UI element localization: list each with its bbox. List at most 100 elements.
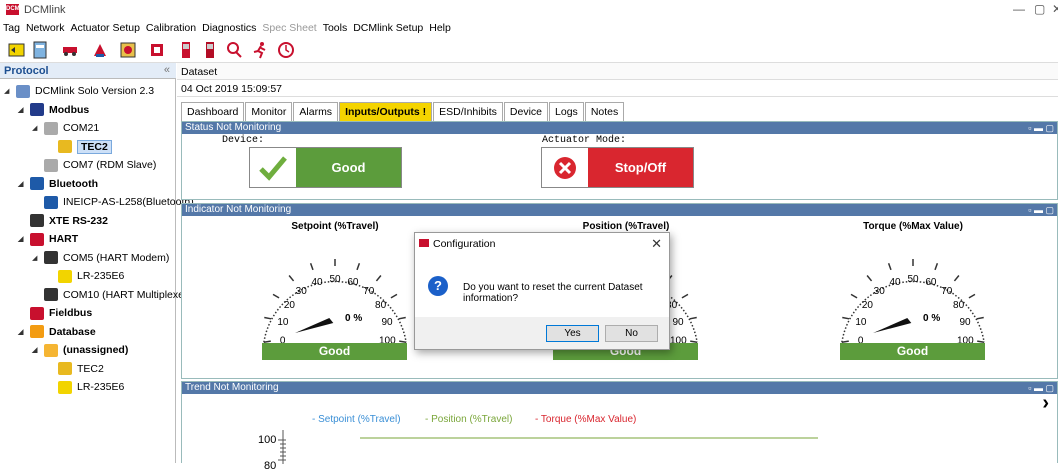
tree-node[interactable]: LR-235E6 bbox=[46, 267, 124, 285]
device-icon[interactable] bbox=[147, 40, 167, 60]
tree-node[interactable]: Fieldbus bbox=[18, 304, 92, 322]
tree-node-label: COM7 (RDM Slave) bbox=[63, 159, 157, 171]
expand-icon[interactable]: ◢ bbox=[4, 87, 13, 95]
tree-node[interactable]: ◢ HART bbox=[18, 230, 78, 248]
car-icon[interactable] bbox=[60, 40, 80, 60]
menu-calibration[interactable]: Calibration bbox=[143, 20, 199, 36]
gauge-tick bbox=[375, 275, 382, 282]
tree-node[interactable]: TEC2 bbox=[46, 138, 112, 156]
expand-icon[interactable]: ◢ bbox=[32, 124, 41, 132]
next-arrow-icon[interactable]: › bbox=[1042, 392, 1049, 415]
tree-node[interactable]: INEICP-AS-L258(Bluetooth) bbox=[32, 193, 194, 211]
phone-red-icon[interactable] bbox=[200, 40, 220, 60]
protocol-title: Protocol bbox=[4, 65, 49, 77]
menu-tag[interactable]: Tag bbox=[0, 20, 23, 36]
book-icon[interactable] bbox=[30, 40, 50, 60]
gauge-arc bbox=[263, 280, 407, 343]
expand-icon[interactable]: ◢ bbox=[32, 346, 41, 354]
close-icon[interactable]: ✕ bbox=[1052, 2, 1058, 16]
gauge-tick bbox=[842, 316, 850, 320]
tree-node-icon bbox=[30, 232, 44, 246]
tree-node-label: HART bbox=[49, 233, 79, 245]
yes-button[interactable]: Yes bbox=[546, 325, 599, 342]
protocol-panel-header: Protocol « bbox=[0, 63, 176, 79]
tab-logs[interactable]: Logs bbox=[549, 102, 584, 121]
clock-icon[interactable] bbox=[276, 40, 296, 60]
tree-node[interactable]: ◢ (unassigned) bbox=[32, 341, 128, 359]
gauge-tick-label: 100 bbox=[957, 335, 974, 343]
dialog-close-icon[interactable]: ✕ bbox=[651, 236, 662, 252]
paint-icon[interactable] bbox=[90, 40, 110, 60]
expand-icon[interactable]: ◢ bbox=[32, 254, 41, 262]
tree-node-label: COM21 bbox=[63, 122, 100, 134]
tree-node-icon bbox=[44, 251, 58, 264]
section-controls-icon[interactable]: ▫ ▬ ▢ bbox=[1028, 122, 1054, 134]
tree-node[interactable]: ◢ Modbus bbox=[18, 101, 89, 119]
gauge-tick-label: 90 bbox=[381, 317, 393, 328]
protocol-panel: Protocol « ◢ DCMlink Solo Version 2.3 ◢ Mod… bbox=[0, 63, 194, 463]
tree-node[interactable]: ◢ DCMlink Solo Version 2.3 bbox=[4, 82, 154, 100]
menu-help[interactable]: Help bbox=[426, 20, 454, 36]
menu-actuator-setup[interactable]: Actuator Setup bbox=[67, 20, 142, 36]
tree-node-icon bbox=[44, 288, 58, 301]
tab-inputs-outputs[interactable]: Inputs/Outputs ! bbox=[339, 102, 433, 121]
gauge-tick-label: 50 bbox=[907, 274, 919, 285]
menu-dcmlink-setup[interactable]: DCMlink Setup bbox=[350, 20, 426, 36]
gauge-tick-label: 10 bbox=[277, 317, 289, 328]
dialog-header: Configuration ✕ bbox=[415, 233, 669, 255]
gauge-value: 0 % bbox=[345, 313, 362, 324]
gauge-tick-label: 80 bbox=[953, 300, 965, 311]
gauge-tick-label: 20 bbox=[862, 300, 874, 311]
gauge-tick-label: 40 bbox=[889, 277, 901, 288]
actuator-mode-text: Stop/Off bbox=[588, 148, 693, 187]
expand-icon[interactable]: ◢ bbox=[18, 328, 27, 336]
section-controls-icon[interactable]: ▫ ▬ ▢ bbox=[1028, 204, 1054, 216]
gauge-tick bbox=[398, 316, 406, 320]
tree-node[interactable]: TEC2 bbox=[46, 360, 104, 378]
gauge-tick-label: 20 bbox=[284, 300, 296, 311]
tree-node-icon bbox=[58, 140, 72, 153]
tree-node-icon bbox=[44, 343, 58, 357]
expand-icon[interactable]: ◢ bbox=[18, 235, 27, 243]
phone-icon[interactable] bbox=[176, 40, 196, 60]
gauge-tick bbox=[681, 293, 689, 299]
tree-node-label: LR-235E6 bbox=[77, 270, 125, 282]
minimize-icon[interactable]: — bbox=[1013, 2, 1025, 16]
tab-monitor[interactable]: Monitor bbox=[245, 102, 293, 121]
gauge-tick-label: 70 bbox=[363, 286, 375, 297]
window-title: DCMlink bbox=[24, 4, 66, 16]
tree-node[interactable]: ◢ Database bbox=[18, 323, 96, 341]
menu-diagnostics[interactable]: Diagnostics bbox=[199, 20, 259, 36]
tree-node[interactable]: XTE RS-232 bbox=[18, 212, 108, 230]
tree-node-label: (unassigned) bbox=[63, 344, 129, 356]
expand-icon[interactable]: ◢ bbox=[18, 106, 27, 114]
tree-node-label: LR-235E6 bbox=[77, 381, 125, 393]
runner-icon[interactable] bbox=[250, 40, 270, 60]
tree-node[interactable]: ◢ COM21 bbox=[32, 119, 99, 137]
legend-setpoint: - Setpoint (%Travel) bbox=[312, 414, 401, 425]
tree-node[interactable]: LR-235E6 bbox=[46, 378, 124, 396]
search-icon[interactable] bbox=[224, 40, 244, 60]
tree-node-icon bbox=[30, 177, 44, 190]
tab-device[interactable]: Device bbox=[503, 102, 549, 121]
expand-icon[interactable]: ◢ bbox=[18, 180, 27, 188]
maximize-icon[interactable]: ▢ bbox=[1034, 2, 1045, 16]
tree-node[interactable]: COM10 (HART Multiplexer) bbox=[32, 286, 191, 304]
menu-spec-sheet[interactable]: Spec Sheet bbox=[259, 20, 319, 36]
menu-tools[interactable]: Tools bbox=[320, 20, 351, 36]
tab-alarms[interactable]: Alarms bbox=[293, 102, 339, 121]
tab-notes[interactable]: Notes bbox=[584, 102, 625, 121]
tab-esd-inhibits[interactable]: ESD/Inhibits bbox=[433, 102, 503, 121]
info-icon[interactable] bbox=[118, 40, 138, 60]
menu-network[interactable]: Network bbox=[23, 20, 68, 36]
back-icon[interactable] bbox=[6, 40, 26, 60]
tree-node[interactable]: ◢ COM5 (HART Modem) bbox=[32, 249, 169, 267]
tab-dashboard[interactable]: Dashboard bbox=[181, 102, 245, 121]
gauge-tick bbox=[390, 293, 398, 299]
tree-node[interactable]: ◢ Bluetooth bbox=[18, 175, 98, 193]
gauge-tick-label: 80 bbox=[375, 300, 387, 311]
no-button[interactable]: No bbox=[605, 325, 658, 342]
tree-node[interactable]: COM7 (RDM Slave) bbox=[32, 156, 156, 174]
collapse-icon[interactable]: « bbox=[164, 64, 170, 76]
section-controls-icon[interactable]: ▫ ▬ ▢ bbox=[1028, 382, 1054, 394]
